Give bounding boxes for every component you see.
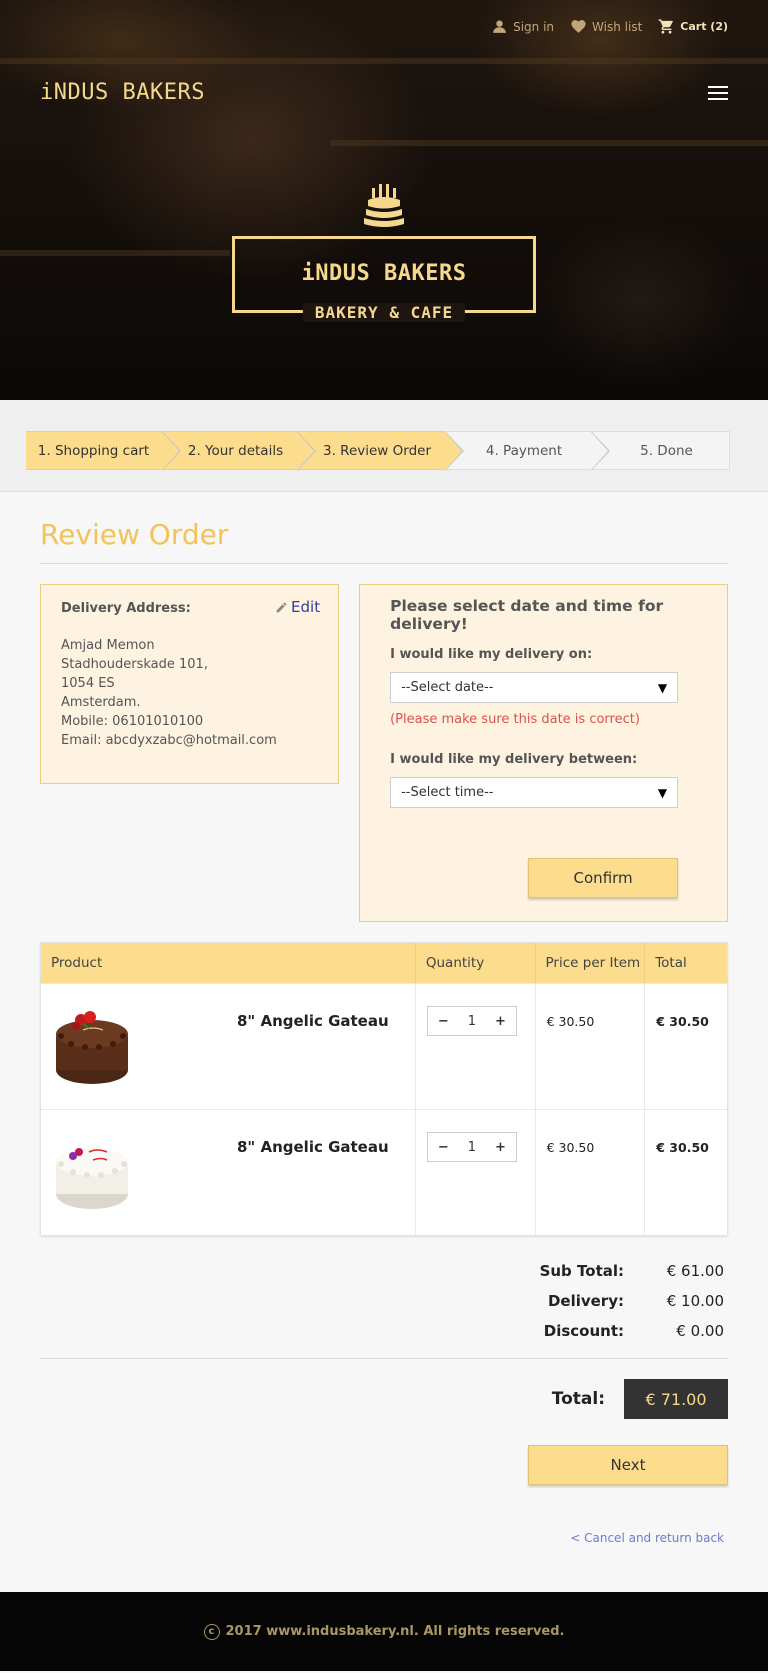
address-email: Email: abcdyxzabc@hotmail.com [61, 733, 277, 748]
subtotal-line: Sub Total: € 61.00 [534, 1256, 724, 1286]
header-total: Total [655, 955, 687, 971]
subtotal-label: Sub Total: [539, 1262, 624, 1280]
step-your-details[interactable]: 2. Your details [161, 431, 316, 471]
step-label: 4. Payment [485, 442, 563, 459]
wish-list-link[interactable]: Wish list [570, 18, 642, 35]
step-label: 1. Shopping cart [37, 442, 150, 459]
top-nav: Sign in Wish list Cart (2) [491, 18, 728, 35]
footer: c 2017 www.indusbakery.nl. All rights re… [0, 1592, 768, 1671]
cart-link[interactable]: Cart (2) [658, 18, 728, 35]
address-city: Amsterdam. [61, 695, 141, 710]
copyright-icon: c [203, 1623, 220, 1640]
logo-frame: iNDUS BAKERS BAKERY & CAFE [232, 236, 536, 322]
table-header: Product Quantity Price per Item Total [41, 943, 727, 983]
delivery-heading: Please select date and time for delivery… [390, 597, 664, 633]
date-select-value: --Select date-- [401, 680, 494, 695]
date-warning: (Please make sure this date is correct) [390, 712, 640, 727]
total-value: € 71.00 [624, 1379, 728, 1419]
cart-label: Cart (2) [680, 20, 728, 33]
logo-subtitle: BAKERY & CAFE [302, 303, 466, 322]
step-shopping-cart[interactable]: 1. Shopping cart [26, 431, 181, 471]
delivery-schedule-card: Please select date and time for delivery… [359, 584, 728, 922]
step-label: 3. Review Order [323, 442, 431, 459]
time-label: I would like my delivery between: [390, 752, 638, 767]
date-label: I would like my delivery on: [390, 647, 593, 662]
header-price: Price per Item [536, 943, 646, 983]
heart-icon [571, 20, 586, 33]
header-product: Product [41, 943, 416, 983]
plus-icon[interactable]: + [495, 1140, 506, 1155]
table-row: 8" Angelic Gateau − 1 + € 30.50 € 30.50 [41, 983, 727, 1109]
sign-in-link[interactable]: Sign in [491, 18, 554, 35]
step-label: 2. Your details [187, 442, 284, 459]
checkout-progress: 1. Shopping cart 2. Your details 3. Revi… [0, 400, 768, 492]
edit-label: Edit [291, 598, 321, 616]
caret-down-icon: ▼ [657, 680, 668, 695]
page-title: Review Order [40, 492, 728, 564]
minus-icon[interactable]: − [438, 1014, 449, 1029]
edit-address-button[interactable]: Edit [275, 598, 320, 617]
product-name: 8" Angelic Gateau [237, 1012, 389, 1030]
quantity-value: 1 [467, 1139, 477, 1155]
delivery-address-card: Delivery Address: Edit Amjad Memon Stadh… [40, 584, 340, 784]
header-quantity: Quantity [416, 943, 536, 983]
quantity-stepper[interactable]: − 1 + [426, 1132, 517, 1162]
discount-label: Discount: [543, 1322, 624, 1340]
address-name: Amjad Memon [61, 638, 155, 653]
logo-title: iNDUS BAKERS [301, 261, 467, 286]
confirm-button[interactable]: Confirm [528, 858, 679, 898]
step-label: 5. Done [640, 442, 693, 459]
quantity-value: 1 [467, 1013, 477, 1029]
chocolate-cake-image [56, 1011, 128, 1084]
user-icon [493, 20, 506, 33]
center-logo: iNDUS BAKERS BAKERY & CAFE [232, 180, 536, 322]
item-total: € 30.50 [656, 1140, 709, 1155]
total-label: Total: [551, 1389, 605, 1409]
address-postcode: 1054 ES [61, 676, 115, 691]
item-price: € 30.50 [546, 1140, 595, 1155]
item-price: € 30.50 [546, 1014, 595, 1029]
item-total: € 30.50 [656, 1014, 709, 1029]
discount-value: € 0.00 [676, 1322, 724, 1340]
minus-icon[interactable]: − [438, 1140, 449, 1155]
brand-logo[interactable]: iNDUS BAKERS [40, 80, 205, 105]
plus-icon[interactable]: + [495, 1014, 506, 1029]
cake-logo-icon [232, 180, 536, 234]
table-row: 8" Angelic Gateau − 1 + € 30.50 € 30.50 [41, 1109, 727, 1235]
address-street: Stadhouderskade 101, [61, 657, 208, 672]
cart-icon [658, 19, 674, 34]
address-mobile: Mobile: 06101010100 [61, 714, 204, 729]
discount-line: Discount: € 0.00 [534, 1316, 724, 1346]
quantity-stepper[interactable]: − 1 + [426, 1006, 517, 1036]
menu-icon[interactable] [708, 86, 728, 100]
order-summary: Sub Total: € 61.00 Delivery: € 10.00 Dis… [40, 1256, 728, 1346]
pencil-icon [276, 602, 287, 613]
footer-text: 2017 www.indusbakery.nl. All rights rese… [225, 1624, 565, 1639]
sign-in-label: Sign in [513, 19, 555, 34]
order-table: Product Quantity Price per Item Total 8"… [40, 942, 728, 1236]
delivery-fee-label: Delivery: [547, 1292, 624, 1310]
cancel-link[interactable]: < Cancel and return back [40, 1531, 728, 1545]
hero-banner: Sign in Wish list Cart (2) iNDUS BAKERS [0, 0, 768, 400]
grand-total: Total: € 71.00 [40, 1379, 728, 1419]
product-name: 8" Angelic Gateau [237, 1138, 389, 1156]
wish-list-label: Wish list [592, 19, 643, 34]
caret-down-icon: ▼ [657, 785, 668, 800]
step-review-order[interactable]: 3. Review Order [296, 431, 464, 471]
next-button[interactable]: Next [528, 1445, 728, 1485]
delivery-time-select[interactable]: --Select time-- ▼ [390, 777, 679, 808]
time-select-value: --Select time-- [401, 785, 494, 800]
delivery-date-select[interactable]: --Select date-- ▼ [390, 672, 679, 703]
divider [40, 1358, 728, 1359]
main-content: Review Order Delivery Address: Edit Amja… [0, 492, 768, 1545]
delivery-line: Delivery: € 10.00 [534, 1286, 724, 1316]
white-cream-cake-image [56, 1148, 128, 1209]
step-payment[interactable]: 4. Payment [444, 431, 610, 471]
subtotal-value: € 61.00 [666, 1262, 724, 1280]
step-done[interactable]: 5. Done [590, 431, 730, 470]
delivery-fee-value: € 10.00 [666, 1292, 724, 1310]
